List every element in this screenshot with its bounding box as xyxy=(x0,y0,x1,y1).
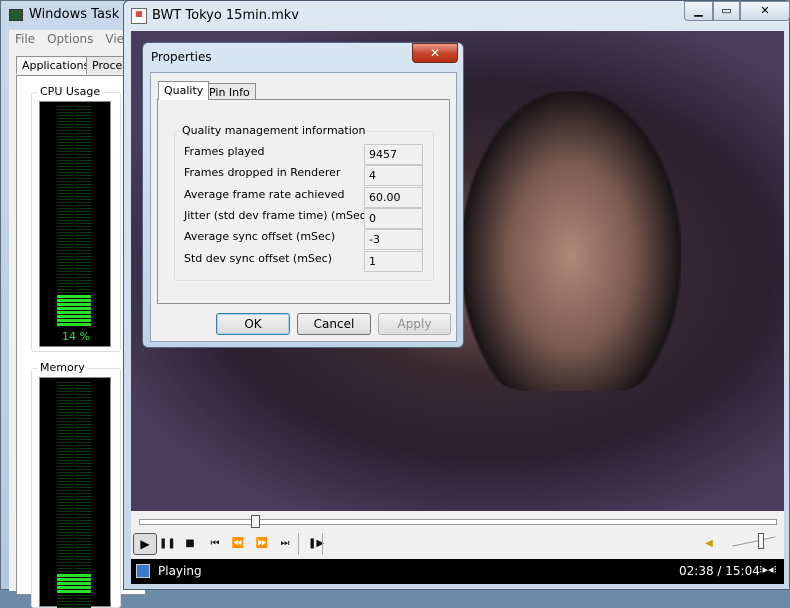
row-value: -3 xyxy=(364,229,423,251)
next-button[interactable]: ⏭ xyxy=(277,536,293,552)
dialog-close-button[interactable]: ✕ xyxy=(412,43,458,63)
time-display: 02:38 / 15:04 xyxy=(679,564,760,578)
status-text: Playing xyxy=(158,564,202,578)
dialog-title: Properties xyxy=(151,50,212,64)
cpu-usage-label: CPU Usage xyxy=(38,85,103,98)
maximize-button[interactable]: ▭ xyxy=(713,1,740,21)
tab-applications[interactable]: Applications xyxy=(16,56,96,74)
close-button[interactable]: ✕ xyxy=(740,1,790,21)
memory-label: Memory xyxy=(38,361,87,374)
play-button[interactable]: ▶ xyxy=(133,533,157,555)
player-controls: ▶ ❚❚ ■ ⏮ ⏪ ⏩ ⏭ ❚▶ ◀ xyxy=(131,511,784,559)
cancel-button[interactable]: Cancel xyxy=(297,313,371,335)
cpu-usage-bar xyxy=(57,295,91,326)
ok-button[interactable]: OK xyxy=(216,313,290,335)
fast-forward-button[interactable]: ⏩ xyxy=(254,536,270,552)
pause-button[interactable]: ❚❚ xyxy=(159,536,176,552)
row-label: Jitter (std dev frame time) (mSec) xyxy=(184,208,371,222)
menu-file[interactable]: File xyxy=(15,32,35,46)
volume-icon[interactable]: ◀ xyxy=(701,536,717,552)
task-manager-window: Windows Task Ma File Options View Applicat… xyxy=(0,0,153,608)
rewind-button[interactable]: ⏪ xyxy=(230,536,246,552)
seek-thumb[interactable] xyxy=(250,515,260,528)
video-frame-subject xyxy=(461,91,681,391)
tab-quality[interactable]: Quality xyxy=(158,81,210,100)
row-value: 4 xyxy=(364,165,423,187)
status-bar: Playing 02:38 / 15:04 ⁝▸◂⁝ xyxy=(131,559,784,584)
audio-channels-icon: ⁝▸◂⁝ xyxy=(759,563,778,576)
seek-bar[interactable] xyxy=(139,519,777,525)
row-label: Frames played xyxy=(184,145,265,158)
player-app-icon: ▦ xyxy=(131,8,147,24)
previous-button[interactable]: ⏮ xyxy=(207,536,223,552)
memory-bar xyxy=(57,574,91,594)
apply-button[interactable]: Apply xyxy=(378,313,451,335)
task-manager-body: Applications Processes CPU Usage 14 % Me… xyxy=(9,50,153,608)
row-label: Frames dropped in Renderer xyxy=(184,166,341,180)
volume-slider[interactable] xyxy=(732,536,776,547)
status-icon xyxy=(136,564,150,578)
row-value: 60.00 xyxy=(364,186,423,208)
volume-thumb[interactable] xyxy=(758,533,765,549)
dialog-content: Quality Pin Info Quality management info… xyxy=(150,72,457,342)
properties-dialog: Properties ✕ Quality Pin Info Quality ma… xyxy=(142,42,464,348)
memory-graph xyxy=(39,377,111,608)
row-label: Std dev sync offset (mSec) xyxy=(184,251,333,265)
row-value: 1 xyxy=(364,250,423,272)
cpu-percent: 14 % xyxy=(62,330,90,343)
tab-pin-info[interactable]: Pin Info xyxy=(203,83,256,100)
row-value: 0 xyxy=(364,207,423,229)
quality-panel: Quality management information Frames pl… xyxy=(157,99,450,304)
row-value: 9457 xyxy=(364,144,423,165)
stop-button[interactable]: ■ xyxy=(182,536,198,552)
row-label: Average frame rate achieved xyxy=(184,187,345,201)
cpu-usage-graph: 14 % xyxy=(39,101,111,347)
memory-group: Memory xyxy=(31,361,121,608)
minimize-button[interactable]: ▁ xyxy=(684,1,713,21)
group-title: Quality management information xyxy=(180,124,368,137)
quality-group: Quality management information Frames pl… xyxy=(174,124,434,281)
cpu-usage-group: CPU Usage 14 % xyxy=(31,85,121,352)
task-manager-icon xyxy=(9,9,23,21)
row-label: Average sync offset (mSec) xyxy=(184,230,336,244)
menu-options[interactable]: Options xyxy=(47,32,93,46)
menu-bar: File Options View xyxy=(9,30,141,50)
player-title: BWT Tokyo 15min.mkv xyxy=(152,8,299,23)
